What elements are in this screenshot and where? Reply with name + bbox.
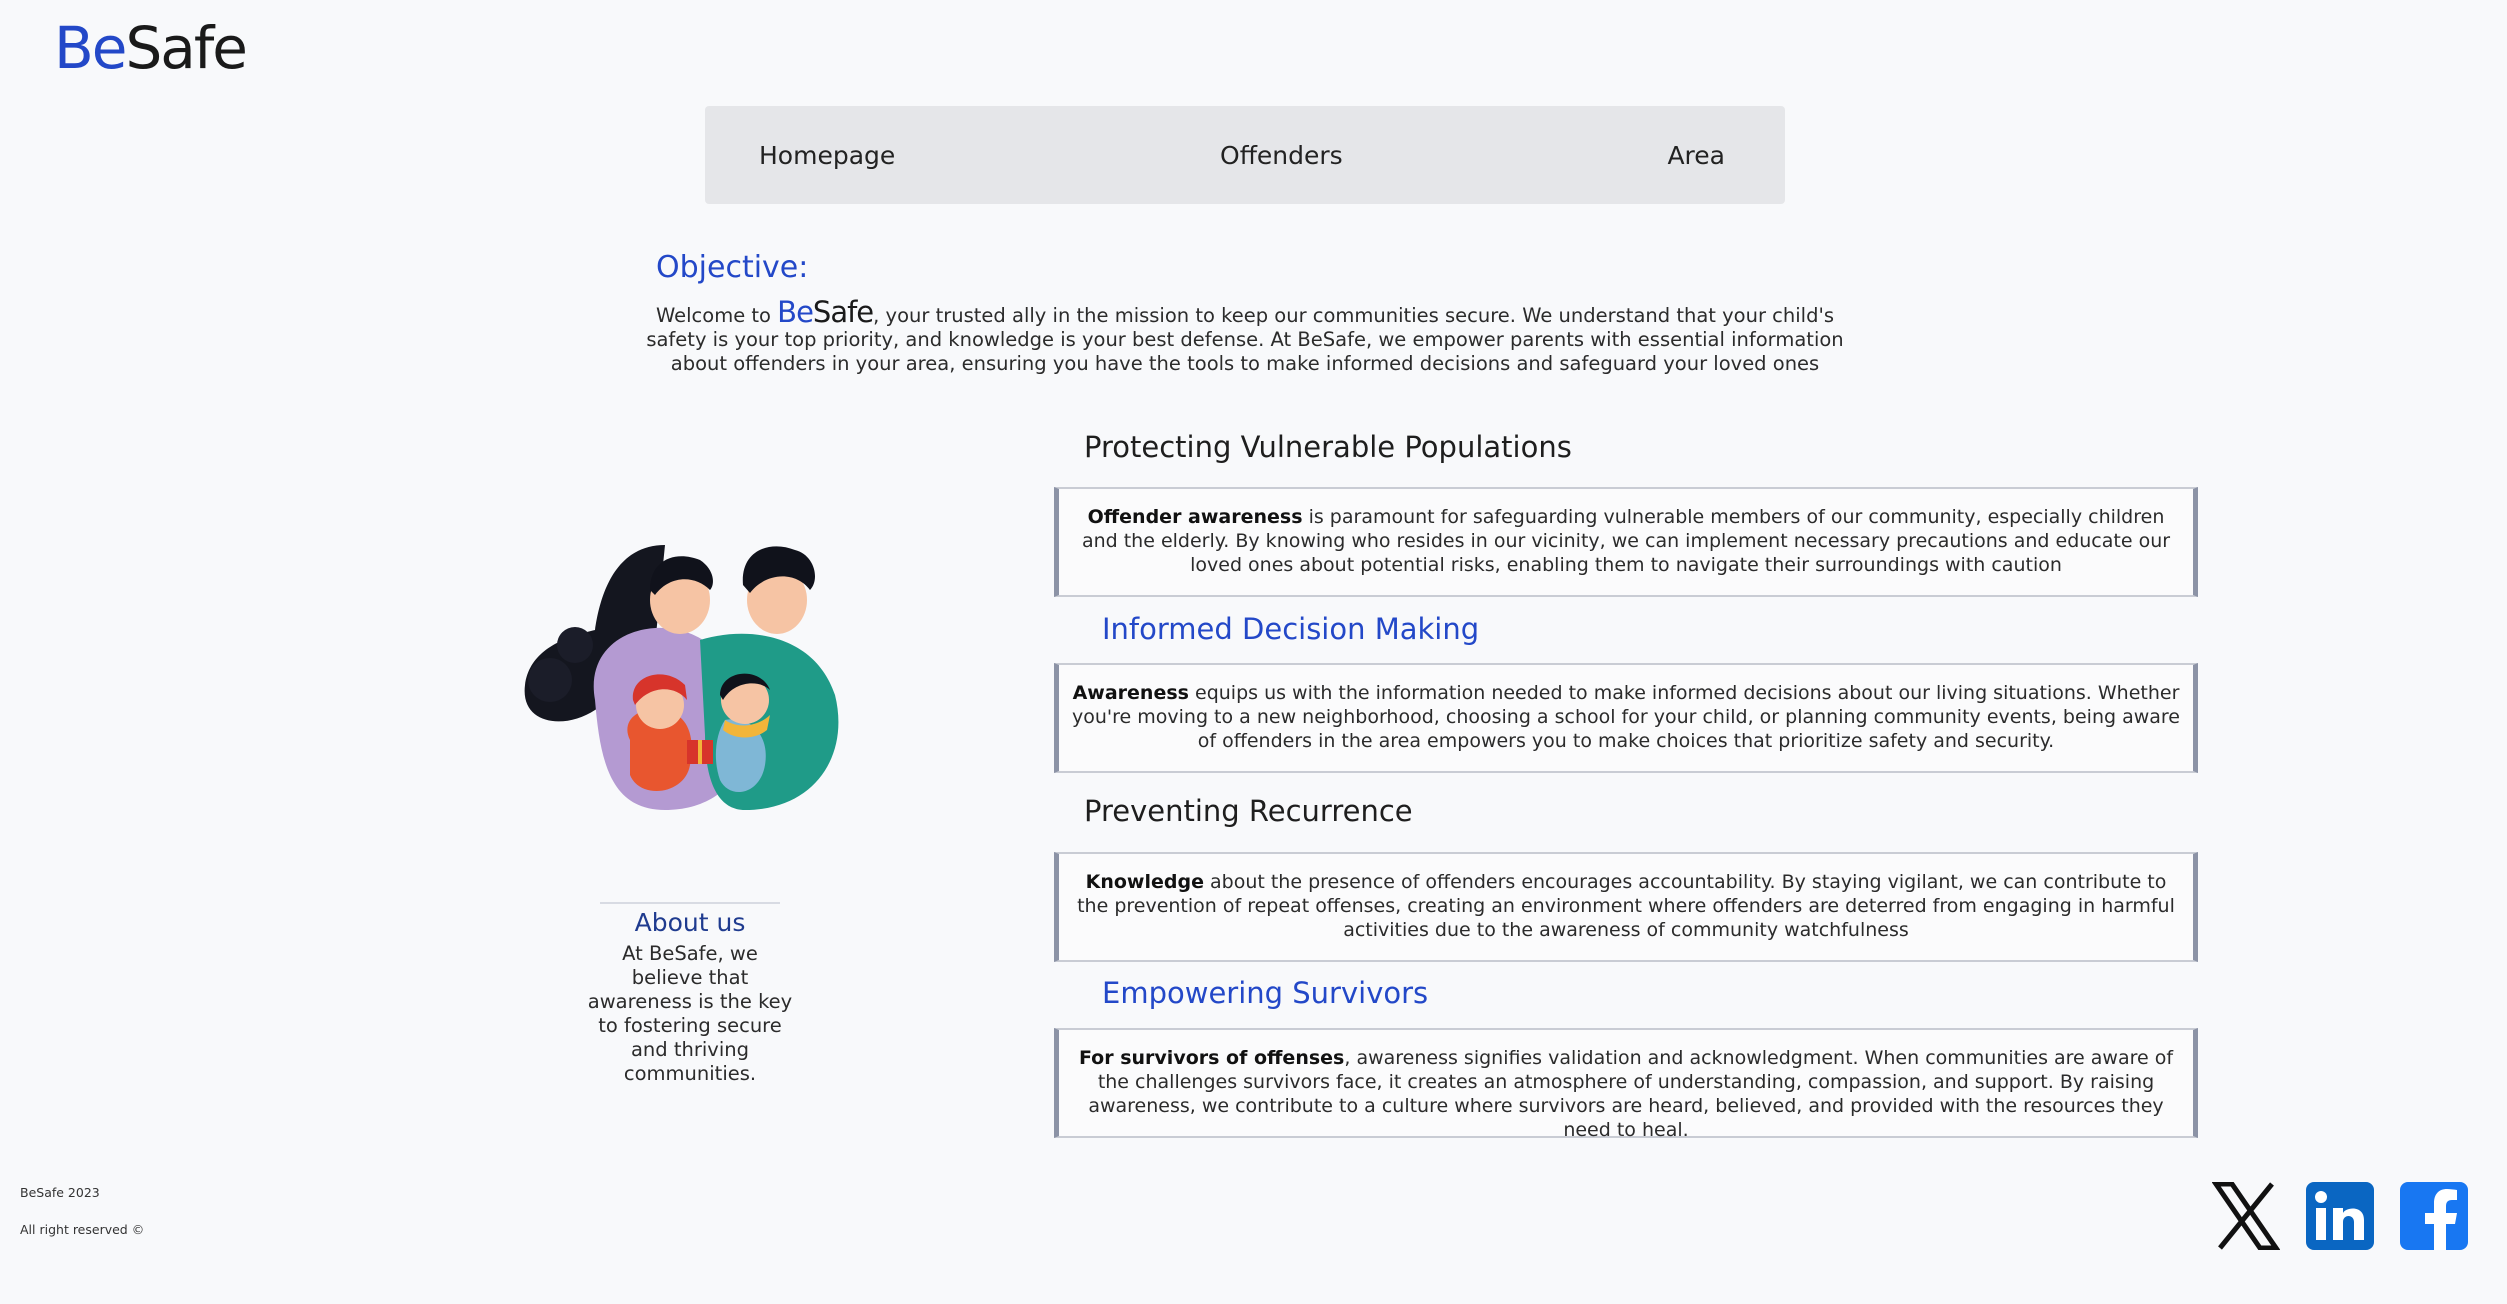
footer-rights: All right reserved © <box>20 1222 145 1237</box>
section-card-survivors: For survivors of offenses, awareness sig… <box>1054 1028 2198 1141</box>
section-card-protecting: Offender awareness is paramount for safe… <box>1054 487 2198 597</box>
nav-homepage[interactable]: Homepage <box>759 141 895 170</box>
section-bold: For survivors of offenses <box>1078 1047 1345 1069</box>
section-title-decision: Informed Decision Making <box>1102 612 1480 646</box>
footer-copyright-year: BeSafe 2023 <box>20 1185 100 1200</box>
inline-brand: BeSafe <box>777 295 874 329</box>
linkedin-icon[interactable] <box>2306 1182 2374 1250</box>
family-illustration <box>524 545 839 810</box>
section-text: equips us with the information needed to… <box>1072 682 2180 752</box>
x-icon[interactable] <box>2212 1182 2280 1250</box>
inline-brand-be: Be <box>777 295 814 329</box>
objective-text-before: Welcome to <box>656 304 778 327</box>
objective-text: Welcome to BeSafe, your trusted ally in … <box>640 298 1850 376</box>
section-title-protecting: Protecting Vulnerable Populations <box>1084 430 1572 464</box>
section-bold: Offender awareness <box>1087 506 1303 528</box>
section-title-recurrence: Preventing Recurrence <box>1084 794 1413 828</box>
logo-be: Be <box>54 14 127 82</box>
section-text: about the presence of offenders encourag… <box>1077 871 2175 941</box>
about-title: About us <box>600 902 780 937</box>
section-card-recurrence: Knowledge about the presence of offender… <box>1054 852 2198 962</box>
section-title-survivors: Empowering Survivors <box>1102 976 1429 1010</box>
logo-safe: Safe <box>125 14 247 82</box>
section-card-decision: Awareness equips us with the information… <box>1054 663 2198 773</box>
about-text: At BeSafe, we believe that awareness is … <box>587 942 793 1085</box>
section-bold: Awareness <box>1072 682 1189 704</box>
facebook-icon[interactable] <box>2400 1182 2468 1250</box>
nav-offenders[interactable]: Offenders <box>1220 141 1343 170</box>
main-nav: Homepage Offenders Area <box>705 106 1785 204</box>
nav-area[interactable]: Area <box>1667 141 1725 170</box>
section-bold: Knowledge <box>1085 871 1204 893</box>
inline-brand-safe: Safe <box>812 295 874 329</box>
brand-logo[interactable]: BeSafe <box>54 14 248 82</box>
objective-title: Objective: <box>656 250 809 285</box>
